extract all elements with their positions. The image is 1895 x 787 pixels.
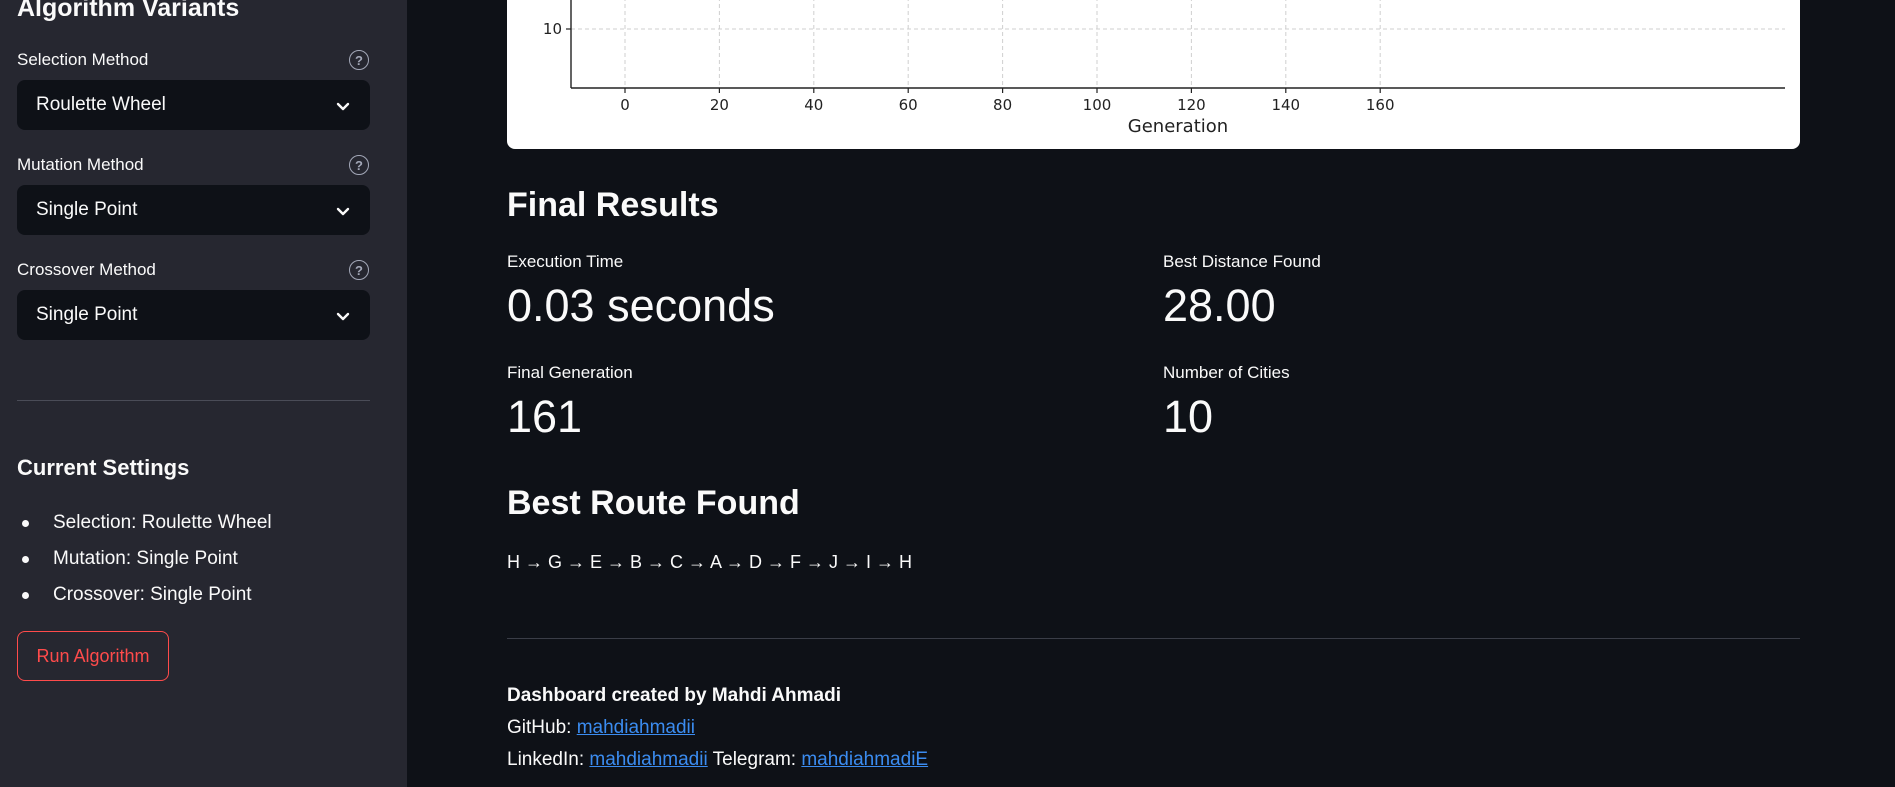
- final-results-title: Final Results: [507, 186, 719, 224]
- bullet-icon: [22, 556, 29, 563]
- sidebar-title: Algorithm Variants: [17, 0, 240, 22]
- x-tick-label: 60: [899, 96, 918, 114]
- current-settings-title: Current Settings: [17, 455, 190, 480]
- crossover-method-label: Crossover Method: [17, 260, 156, 279]
- fitness-chart: 10 0 20 40 60 80 100 120 140 160 Generation: [507, 0, 1800, 149]
- linkedin-label: LinkedIn:: [507, 749, 585, 770]
- chart-plot: 100 20 40 60 80 100 120 140 160Generation: [543, 0, 1785, 137]
- mutation-method-label: Mutation Method: [17, 155, 144, 174]
- x-axis-label: Generation: [1128, 116, 1228, 137]
- crossover-method-select[interactable]: Single Point: [17, 290, 370, 340]
- sidebar: Algorithm Variants Selection Method ? Ro…: [0, 0, 407, 787]
- mutation-method-value: Single Point: [36, 199, 138, 220]
- x-tick-label: 80: [993, 96, 1012, 114]
- x-tick-label: 100: [1083, 96, 1112, 114]
- best-distance-value: 28.00: [1163, 280, 1276, 331]
- num-cities-value: 10: [1163, 391, 1214, 442]
- list-item: Selection: Roulette Wheel: [17, 511, 272, 547]
- telegram-link[interactable]: mahdiahmadiE: [801, 749, 928, 770]
- linkedin-link[interactable]: mahdiahmadii: [589, 749, 707, 770]
- final-generation-label: Final Generation: [507, 363, 633, 382]
- mutation-method-select[interactable]: Single Point: [17, 185, 370, 235]
- list-item: Crossover: Single Point: [17, 583, 272, 619]
- bullet-icon: [22, 592, 29, 599]
- crossover-method-value: Single Point: [36, 304, 138, 325]
- selection-method-select[interactable]: Roulette Wheel: [17, 80, 370, 130]
- github-label: GitHub:: [507, 717, 572, 738]
- selection-method-label: Selection Method: [17, 50, 149, 69]
- footer-github: GitHub: mahdiahmadii: [507, 717, 695, 739]
- execution-time-value: 0.03 seconds: [507, 280, 775, 331]
- selection-method-value: Roulette Wheel: [36, 94, 166, 115]
- current-settings-list: Selection: Roulette Wheel Mutation: Sing…: [17, 511, 272, 619]
- run-algorithm-button[interactable]: Run Algorithm: [17, 631, 169, 681]
- y-tick-label: 10: [543, 20, 562, 38]
- x-tick-label: 120: [1177, 96, 1206, 114]
- list-item: Mutation: Single Point: [17, 547, 272, 583]
- sidebar-divider: [17, 400, 370, 401]
- best-distance-label: Best Distance Found: [1163, 252, 1321, 271]
- chevron-down-icon: [336, 312, 350, 321]
- footer-social: LinkedIn: mahdiahmadii Telegram: mahdiah…: [507, 749, 928, 771]
- selection-help-icon[interactable]: ?: [349, 50, 369, 70]
- chevron-down-icon: [336, 207, 350, 216]
- num-cities-label: Number of Cities: [1163, 363, 1290, 382]
- x-tick-label: 0: [620, 96, 630, 114]
- x-tick-label: 160: [1366, 96, 1395, 114]
- execution-time-label: Execution Time: [507, 252, 624, 271]
- x-tick-label: 20: [710, 96, 729, 114]
- github-link[interactable]: mahdiahmadii: [577, 717, 695, 738]
- telegram-label: Telegram:: [712, 749, 797, 770]
- footer-created-by: Dashboard created by Mahdi Ahmadi: [507, 685, 841, 706]
- best-route-title: Best Route Found: [507, 484, 800, 522]
- x-tick-label: 140: [1271, 96, 1300, 114]
- mutation-help-icon[interactable]: ?: [349, 155, 369, 175]
- chevron-down-icon: [336, 102, 350, 111]
- best-route-path: H → G → E → B → C → A → D → F → J → I → …: [507, 552, 913, 572]
- footer-credit: Dashboard created by Mahdi Ahmadi: [507, 685, 841, 707]
- bullet-icon: [22, 520, 29, 527]
- x-tick-label: 40: [804, 96, 823, 114]
- crossover-help-icon[interactable]: ?: [349, 260, 369, 280]
- main-divider: [507, 638, 1800, 639]
- final-generation-value: 161: [507, 391, 583, 442]
